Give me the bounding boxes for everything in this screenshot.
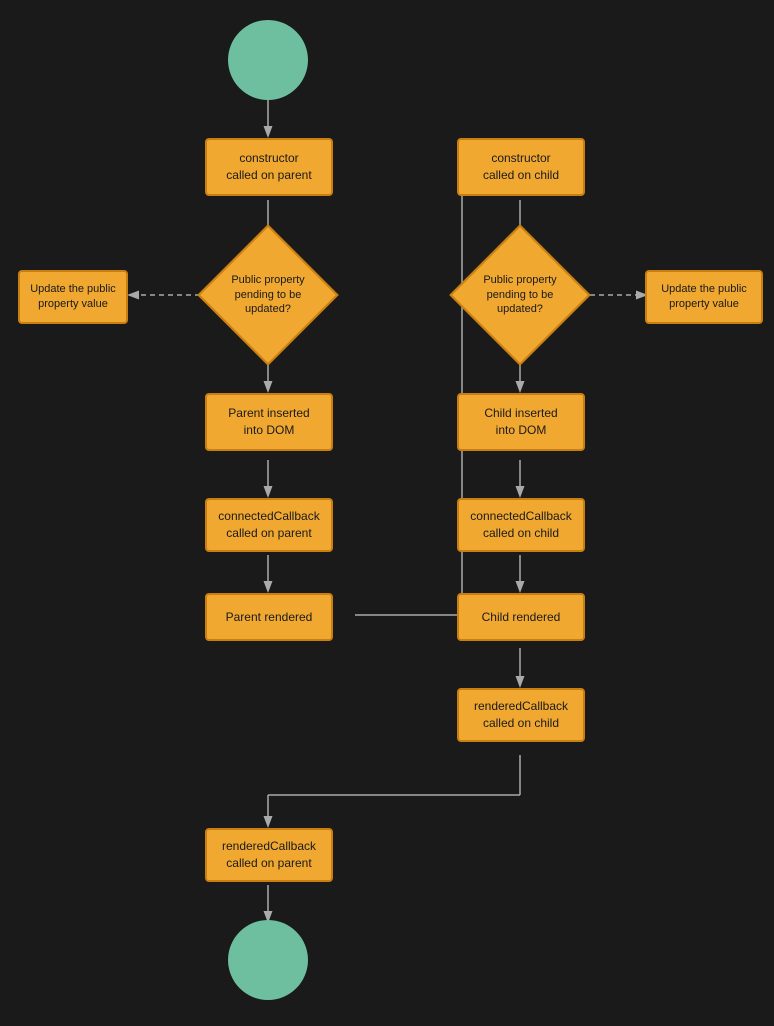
diagram: constructor called on parent Public prop… [0,0,774,1026]
child-inserted-node: Child inserted into DOM [457,393,585,451]
parent-inserted-node: Parent inserted into DOM [205,393,333,451]
constructor-child-node: constructor called on child [457,138,585,196]
rendered-callback-child-node: renderedCallback called on child [457,688,585,742]
start-circle [228,20,308,100]
parent-rendered-node: Parent rendered [205,593,333,641]
connected-callback-parent-node: connectedCallback called on parent [205,498,333,552]
diamond-child-node: Public property pending to be updated? [470,245,570,345]
constructor-parent-node: constructor called on parent [205,138,333,196]
connected-callback-child-node: connectedCallback called on child [457,498,585,552]
child-rendered-node: Child rendered [457,593,585,641]
update-public-right-node: Update the public property value [645,270,763,324]
end-circle [228,920,308,1000]
rendered-callback-parent-node: renderedCallback called on parent [205,828,333,882]
diamond-parent-node: Public property pending to be updated? [218,245,318,345]
arrows-svg [0,0,774,1026]
update-public-left-node: Update the public property value [18,270,128,324]
